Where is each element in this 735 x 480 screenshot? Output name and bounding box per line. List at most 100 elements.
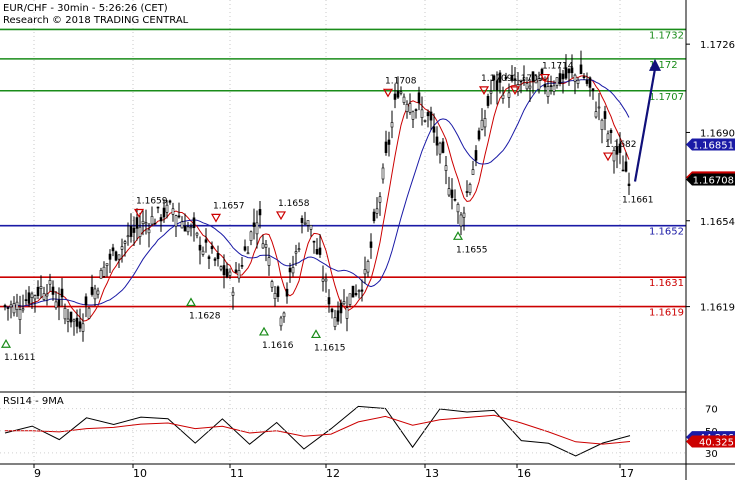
annotation-label: 1.1709 xyxy=(512,74,544,84)
candle-body xyxy=(363,269,367,275)
candle-body xyxy=(444,165,448,171)
annotation-label: 1.1682 xyxy=(605,140,637,150)
candles-layer xyxy=(3,50,631,342)
candle-body xyxy=(468,184,472,193)
candle-body xyxy=(366,261,370,273)
candle-body xyxy=(432,126,436,133)
candle-body xyxy=(267,257,271,266)
moving-average-layer xyxy=(4,75,630,322)
candle-body xyxy=(21,308,25,311)
candle-body xyxy=(345,307,349,319)
candle-body xyxy=(90,286,94,295)
candle-body xyxy=(453,198,457,201)
candle-body xyxy=(126,235,130,238)
candle-body xyxy=(477,130,481,140)
candle-body xyxy=(552,85,556,92)
chart-title: EUR/CHF - 30min - 5:26:26 (CET) xyxy=(3,3,168,14)
candle-body xyxy=(294,251,298,254)
candle-body xyxy=(429,111,433,121)
candle-body xyxy=(207,256,211,259)
candle-body xyxy=(228,271,232,276)
candle-body xyxy=(24,299,28,302)
candle-body xyxy=(120,246,124,250)
candle-body xyxy=(396,90,400,98)
candle-body xyxy=(135,217,139,229)
candle-body xyxy=(42,293,46,300)
candle-body xyxy=(333,317,337,327)
candle-body xyxy=(153,222,157,225)
candle-body xyxy=(606,133,610,141)
moving-average-fast xyxy=(4,75,630,322)
candle-body xyxy=(270,281,274,288)
candle-body xyxy=(75,317,79,327)
candle-body xyxy=(348,293,352,305)
candle-body xyxy=(528,85,532,89)
candle-body xyxy=(156,206,160,209)
candle-body xyxy=(201,250,205,255)
candle-body xyxy=(561,73,565,80)
candle-body xyxy=(558,73,562,85)
candle-body xyxy=(129,225,133,237)
candle-body xyxy=(312,240,316,243)
marker-down xyxy=(133,208,145,218)
candle-body xyxy=(3,305,7,308)
moving-average-slow xyxy=(4,79,630,308)
candle-body xyxy=(282,312,286,318)
candle-body xyxy=(279,317,283,327)
candle-body xyxy=(546,86,550,97)
candle-body xyxy=(375,208,379,214)
candle-body xyxy=(33,295,37,300)
x-tick-label: 11 xyxy=(230,467,244,480)
candle-body xyxy=(447,188,451,196)
candle-body xyxy=(360,289,364,292)
candle-body xyxy=(582,76,586,78)
candle-body xyxy=(357,290,361,292)
candle-body xyxy=(408,103,412,113)
candle-body xyxy=(441,141,445,153)
candle-body xyxy=(525,83,529,90)
candle-body xyxy=(351,285,355,298)
candle-body xyxy=(450,189,454,198)
candle-body xyxy=(393,93,397,100)
candle-body xyxy=(159,217,163,222)
candle-body xyxy=(291,267,295,274)
candle-body xyxy=(276,286,280,297)
annotation-label: 1.1616 xyxy=(262,341,294,351)
candle-body xyxy=(414,109,418,111)
candle-body xyxy=(213,258,217,261)
candle-body xyxy=(621,169,625,172)
candle-body xyxy=(354,293,358,296)
candle-body xyxy=(255,222,259,235)
candle-body xyxy=(336,310,340,322)
candle-body xyxy=(465,191,469,193)
axis-layer: 7050301.16191.16541.16901.17261.168511.1… xyxy=(33,40,735,480)
candle-body xyxy=(84,296,88,306)
candle-body xyxy=(327,297,331,305)
candle-body xyxy=(27,292,31,304)
candle-body xyxy=(204,239,208,243)
y-tick-label: 1.1690 xyxy=(700,128,735,139)
candle-body xyxy=(183,225,187,232)
candle-body xyxy=(480,119,484,130)
marker-down xyxy=(602,152,614,162)
marker-up xyxy=(310,329,322,339)
candle-body xyxy=(399,91,403,94)
candle-body xyxy=(624,161,628,172)
candle-body xyxy=(507,92,511,98)
marker-down xyxy=(210,213,222,223)
candle-body xyxy=(462,212,466,218)
candle-body xyxy=(147,229,151,234)
candle-body xyxy=(411,111,415,120)
level-label: 1.1732 xyxy=(649,30,684,41)
candle-body xyxy=(174,215,178,227)
candle-body xyxy=(186,226,190,233)
candle-body xyxy=(39,286,43,289)
candle-body xyxy=(141,220,145,224)
candle-body xyxy=(381,167,385,180)
marker-up xyxy=(185,297,197,307)
candle-body xyxy=(87,307,91,319)
annotation-label: 1.1714 xyxy=(542,62,574,72)
annotation-label: 1.1615 xyxy=(314,343,346,353)
candle-body xyxy=(132,227,136,233)
candle-body xyxy=(405,103,409,112)
